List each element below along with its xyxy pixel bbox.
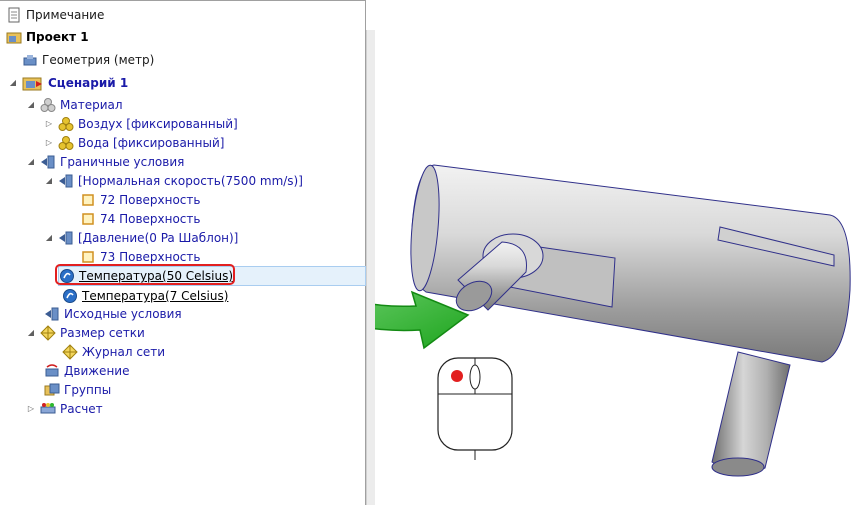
tree-item-label: Группы: [64, 383, 112, 397]
tree-item-surface-72[interactable]: 72 Поверхность: [80, 191, 200, 209]
tree-item-water[interactable]: ▷ Вода [фиксированный]: [44, 134, 224, 152]
tree-item-normal-velocity[interactable]: ◢ [Нормальная скорость(7500 mm/s)]: [44, 172, 303, 190]
main-cylinder: [410, 164, 851, 363]
tree-item-geometry[interactable]: Геометрия (метр): [22, 51, 154, 69]
tree-item-label: Воздух [фиксированный]: [78, 117, 238, 131]
tree-item-label: [Нормальная скорость(7500 mm/s)]: [78, 174, 303, 188]
mesh-icon: [62, 344, 78, 360]
collapse-triangle-icon[interactable]: ◢: [26, 153, 36, 171]
boundary-icon: [40, 154, 56, 170]
tree-item-label: Расчет: [60, 402, 103, 416]
scenario-icon: [22, 75, 44, 91]
collapse-triangle-icon[interactable]: ◢: [44, 229, 54, 247]
surface-icon: [80, 249, 96, 265]
expand-triangle-icon[interactable]: ▷: [44, 134, 54, 152]
material-icon: [40, 97, 56, 113]
tree-item-label: Размер сетки: [60, 326, 145, 340]
tree-item-scenario[interactable]: ◢ Сценарий 1: [8, 74, 128, 92]
vertical-pipe: [711, 351, 791, 477]
groups-icon: [44, 382, 60, 398]
mouse-left-click-icon: [437, 357, 513, 460]
boundary-icon: [58, 173, 74, 189]
tree-item-label: Вода [фиксированный]: [78, 136, 225, 150]
tree-item-pressure[interactable]: ◢ [Давление(0 Pa Шаблон)]: [44, 229, 238, 247]
tree-item-label: Движение: [64, 364, 130, 378]
tree-item-mesh-log[interactable]: Журнал сети: [62, 343, 165, 361]
project-icon: [6, 29, 22, 45]
model-viewport[interactable]: [375, 0, 854, 505]
material-water-icon: [58, 135, 74, 151]
mesh-icon: [40, 325, 56, 341]
tree-item-groups[interactable]: Группы: [44, 381, 111, 399]
tree-item-motion[interactable]: Движение: [44, 362, 129, 380]
design-study-tree: Примечание Проект 1 Геометрия (метр) ◢ С…: [0, 0, 366, 505]
tree-item-label: 72 Поверхность: [100, 193, 201, 207]
expand-triangle-icon[interactable]: ▷: [44, 115, 54, 133]
motion-icon: [44, 363, 60, 379]
collapse-triangle-icon[interactable]: ◢: [44, 172, 54, 190]
tree-item-label: Сценарий 1: [48, 76, 129, 90]
tree-item-project[interactable]: Проект 1: [6, 28, 89, 46]
tree-item-label: Материал: [60, 98, 123, 112]
tree-item-boundary-conditions[interactable]: ◢ Граничные условия: [26, 153, 184, 171]
tree-item-material[interactable]: ◢ Материал: [26, 96, 123, 114]
boundary-icon: [44, 306, 60, 322]
tree-item-label: Исходные условия: [64, 307, 182, 321]
boundary-icon: [58, 230, 74, 246]
tree-item-label: Проект 1: [26, 30, 89, 44]
geometry-icon: [22, 52, 38, 68]
tree-item-mesh-size[interactable]: ◢ Размер сетки: [26, 324, 145, 342]
note-icon: [6, 7, 22, 23]
tree-item-label: Примечание: [26, 8, 105, 22]
tree-item-label: [Давление(0 Pa Шаблон)]: [78, 231, 239, 245]
tree-item-note[interactable]: Примечание: [6, 6, 104, 24]
surface-icon: [80, 192, 96, 208]
tree-item-label: Температура(7 Celsius): [82, 289, 229, 303]
collapse-triangle-icon[interactable]: ◢: [26, 96, 36, 114]
tree-item-label: Геометрия (метр): [42, 53, 155, 67]
collapse-triangle-icon[interactable]: ◢: [8, 74, 18, 92]
tree-item-temperature-7[interactable]: Температура(7 Celsius): [62, 287, 228, 305]
temperature-icon: [62, 288, 78, 304]
tree-item-air[interactable]: ▷ Воздух [фиксированный]: [44, 115, 238, 133]
expand-triangle-icon[interactable]: ▷: [26, 400, 36, 418]
tree-item-surface-74[interactable]: 74 Поверхность: [80, 210, 200, 228]
material-air-icon: [58, 116, 74, 132]
tree-item-label: Журнал сети: [82, 345, 166, 359]
tree-item-label: 74 Поверхность: [100, 212, 201, 226]
tree-scrollbar[interactable]: [366, 30, 375, 505]
collapse-triangle-icon[interactable]: ◢: [26, 324, 36, 342]
tree-item-calc[interactable]: ▷ Расчет: [26, 400, 103, 418]
tree-item-initial-conditions[interactable]: Исходные условия: [44, 305, 182, 323]
surface-icon: [80, 211, 96, 227]
calc-icon: [40, 401, 56, 417]
tree-item-label: Граничные условия: [60, 155, 185, 169]
highlight-frame: [55, 264, 235, 285]
